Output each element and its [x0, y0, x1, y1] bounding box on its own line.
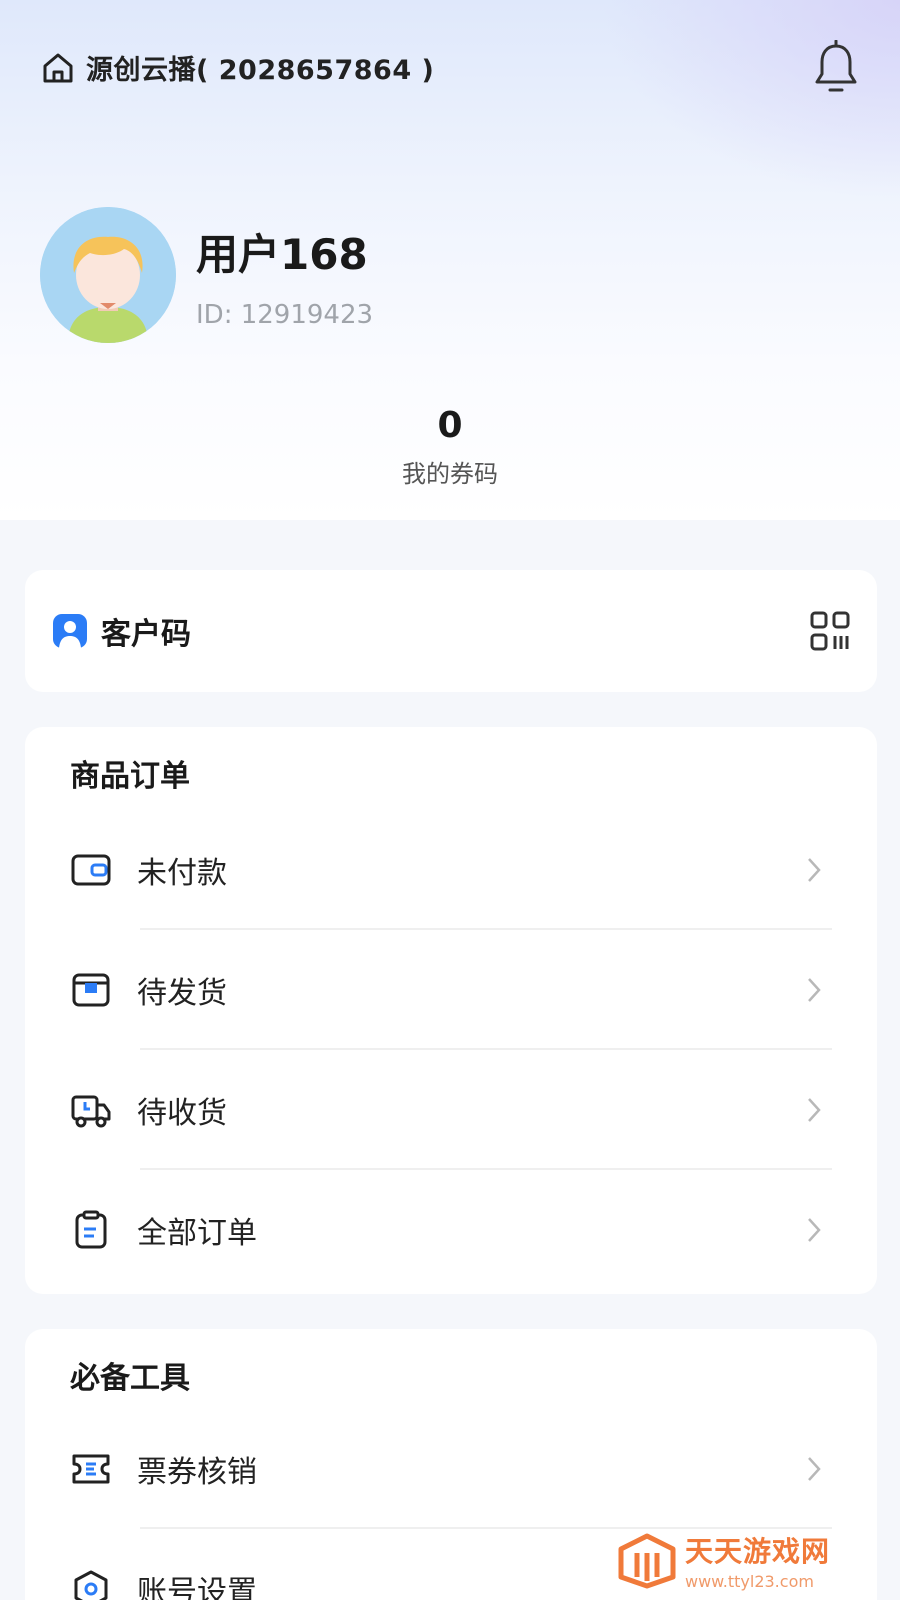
tools-title: 必备工具	[70, 1361, 190, 1396]
bell-icon[interactable]	[812, 40, 860, 96]
delivery-truck-icon	[71, 1095, 111, 1128]
coupon-count: 0	[437, 405, 463, 446]
chevron-right-icon	[808, 858, 821, 882]
watermark: 天天游戏网 www.ttyl23.com	[617, 1530, 830, 1591]
watermark-logo	[618, 1533, 676, 1588]
chevron-right-icon	[808, 1098, 821, 1122]
watermark-url: www.ttyl23.com	[684, 1572, 814, 1591]
order-row-label: 待收货	[137, 1096, 227, 1131]
tool-row-label: 票券核销	[137, 1455, 257, 1490]
home-icon[interactable]	[40, 50, 76, 86]
package-box-icon	[72, 973, 110, 1007]
user-badge-icon	[53, 614, 87, 648]
watermark-title: 天天游戏网	[684, 1535, 830, 1568]
chevron-right-icon	[808, 1218, 821, 1242]
settings-icon	[74, 1570, 108, 1600]
clipboard-icon	[75, 1210, 107, 1249]
avatar-illustration	[40, 207, 176, 343]
user-id: ID: 12919423	[196, 299, 374, 330]
orders-title: 商品订单	[70, 759, 190, 794]
order-row-all-orders[interactable]: 全部订单	[25, 1170, 877, 1290]
customer-code-card[interactable]: 客户码	[25, 570, 877, 692]
orders-card: 商品订单 未付款 待发货 待收货 全部订单	[25, 727, 877, 1294]
profile-section: 用户168 ID: 12919423	[40, 207, 373, 343]
my-coupons[interactable]: 0 我的券码	[0, 405, 900, 489]
order-row-label: 待发货	[137, 976, 227, 1011]
order-row-label: 全部订单	[137, 1216, 257, 1251]
tool-row-label: 账号设置	[137, 1575, 257, 1600]
wallet-icon	[71, 854, 111, 886]
tool-row-ticket-verify[interactable]: 票券核销	[25, 1409, 877, 1529]
order-row-unpaid[interactable]: 未付款	[25, 810, 877, 930]
chevron-right-icon	[808, 1457, 821, 1481]
username: 用户168	[196, 229, 368, 279]
customer-code-label: 客户码	[101, 617, 191, 652]
shop-name[interactable]: 源创云播( 2028657864 )	[86, 48, 434, 87]
order-row-to-ship[interactable]: 待发货	[25, 930, 877, 1050]
chevron-right-icon	[808, 978, 821, 1002]
order-row-label: 未付款	[137, 856, 227, 891]
qr-code-icon[interactable]	[809, 610, 851, 652]
top-bar: 源创云播( 2028657864 )	[0, 0, 900, 135]
avatar[interactable]	[40, 207, 176, 343]
ticket-icon	[72, 1454, 110, 1484]
coupon-label: 我的券码	[402, 460, 498, 488]
order-row-to-receive[interactable]: 待收货	[25, 1050, 877, 1170]
